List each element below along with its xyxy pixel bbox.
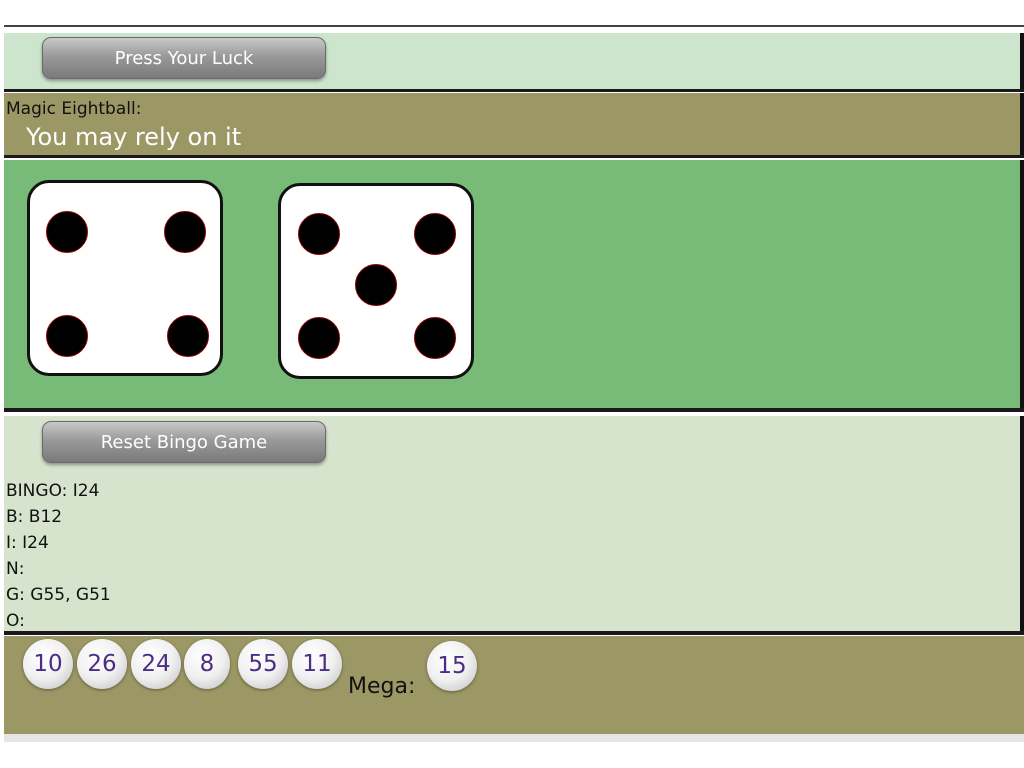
- reset-bingo-button[interactable]: Reset Bingo Game: [42, 421, 326, 463]
- lottery-ball: 24: [131, 639, 181, 689]
- lottery-ball: 26: [77, 639, 127, 689]
- dice-section: [4, 160, 1020, 408]
- lottery-ball: 55: [238, 639, 288, 689]
- edge: [1020, 416, 1024, 631]
- edge: [1020, 93, 1024, 155]
- bingo-i-calls: I: I24: [6, 533, 49, 553]
- mega-label: Mega:: [348, 674, 416, 699]
- die-pip: [167, 315, 209, 357]
- eightball-section: Magic Eightball: You may rely on it: [4, 93, 1020, 155]
- die-pip: [414, 317, 456, 359]
- eightball-answer: You may rely on it: [26, 123, 242, 151]
- die-pip: [46, 211, 88, 253]
- lottery-ball: 8: [184, 639, 230, 689]
- bingo-g-calls: G: G55, G51: [6, 585, 111, 605]
- die-pip: [355, 264, 397, 306]
- top-border: [4, 25, 1024, 27]
- mega-ball: 15: [427, 641, 477, 691]
- lottery-ball: 11: [292, 639, 342, 689]
- divider: [4, 155, 1024, 158]
- press-your-luck-button[interactable]: Press Your Luck: [42, 37, 326, 79]
- die-four[interactable]: [27, 180, 223, 376]
- edge: [1020, 33, 1024, 89]
- divider: [4, 408, 1024, 412]
- bottom-strip: [4, 734, 1024, 742]
- bingo-section: Reset Bingo Game BINGO: I24 B: B12 I: I2…: [4, 416, 1020, 631]
- die-five[interactable]: [278, 183, 474, 379]
- die-pip: [414, 213, 456, 255]
- eightball-label: Magic Eightball:: [6, 99, 142, 119]
- luck-section: Press Your Luck: [4, 33, 1020, 89]
- bingo-calls: BINGO: I24 B: B12 I: I24 N: G: G55, G51 …: [6, 478, 111, 634]
- bingo-b-calls: B: B12: [6, 507, 63, 527]
- die-pip: [298, 317, 340, 359]
- die-pip: [298, 213, 340, 255]
- bingo-result: BINGO: I24: [6, 481, 100, 501]
- bingo-n-calls: N:: [6, 559, 25, 579]
- divider: [4, 631, 1024, 635]
- die-pip: [164, 211, 206, 253]
- lottery-ball: 10: [23, 639, 73, 689]
- lottery-section: 10 26 24 8 55 11 Mega: 15: [4, 636, 1024, 734]
- divider: [4, 89, 1024, 92]
- die-pip: [46, 315, 88, 357]
- edge: [1020, 160, 1024, 408]
